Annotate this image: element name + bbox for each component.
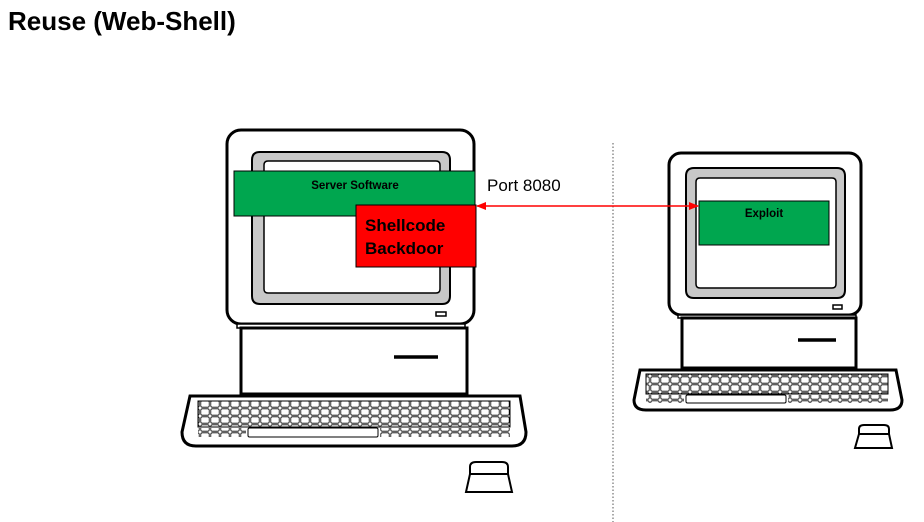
server-power-led bbox=[435, 311, 447, 317]
client-computer bbox=[632, 151, 904, 449]
network-diagram: Server Software Shellcode Backdoor Explo… bbox=[180, 128, 904, 522]
server-software-label: Server Software bbox=[311, 180, 399, 192]
server-keyboard bbox=[180, 394, 528, 448]
shellcode-label: Shellcode bbox=[365, 216, 445, 235]
port-label: Port 8080 bbox=[487, 176, 561, 195]
client-power-led bbox=[832, 304, 843, 310]
backdoor-label: Backdoor bbox=[365, 239, 444, 258]
server-base-unit bbox=[239, 326, 469, 396]
client-base-unit bbox=[680, 316, 858, 370]
client-keyboard bbox=[632, 368, 904, 412]
client-mouse bbox=[853, 424, 894, 449]
exploit-label: Exploit bbox=[745, 208, 784, 220]
server-mouse bbox=[464, 461, 514, 493]
